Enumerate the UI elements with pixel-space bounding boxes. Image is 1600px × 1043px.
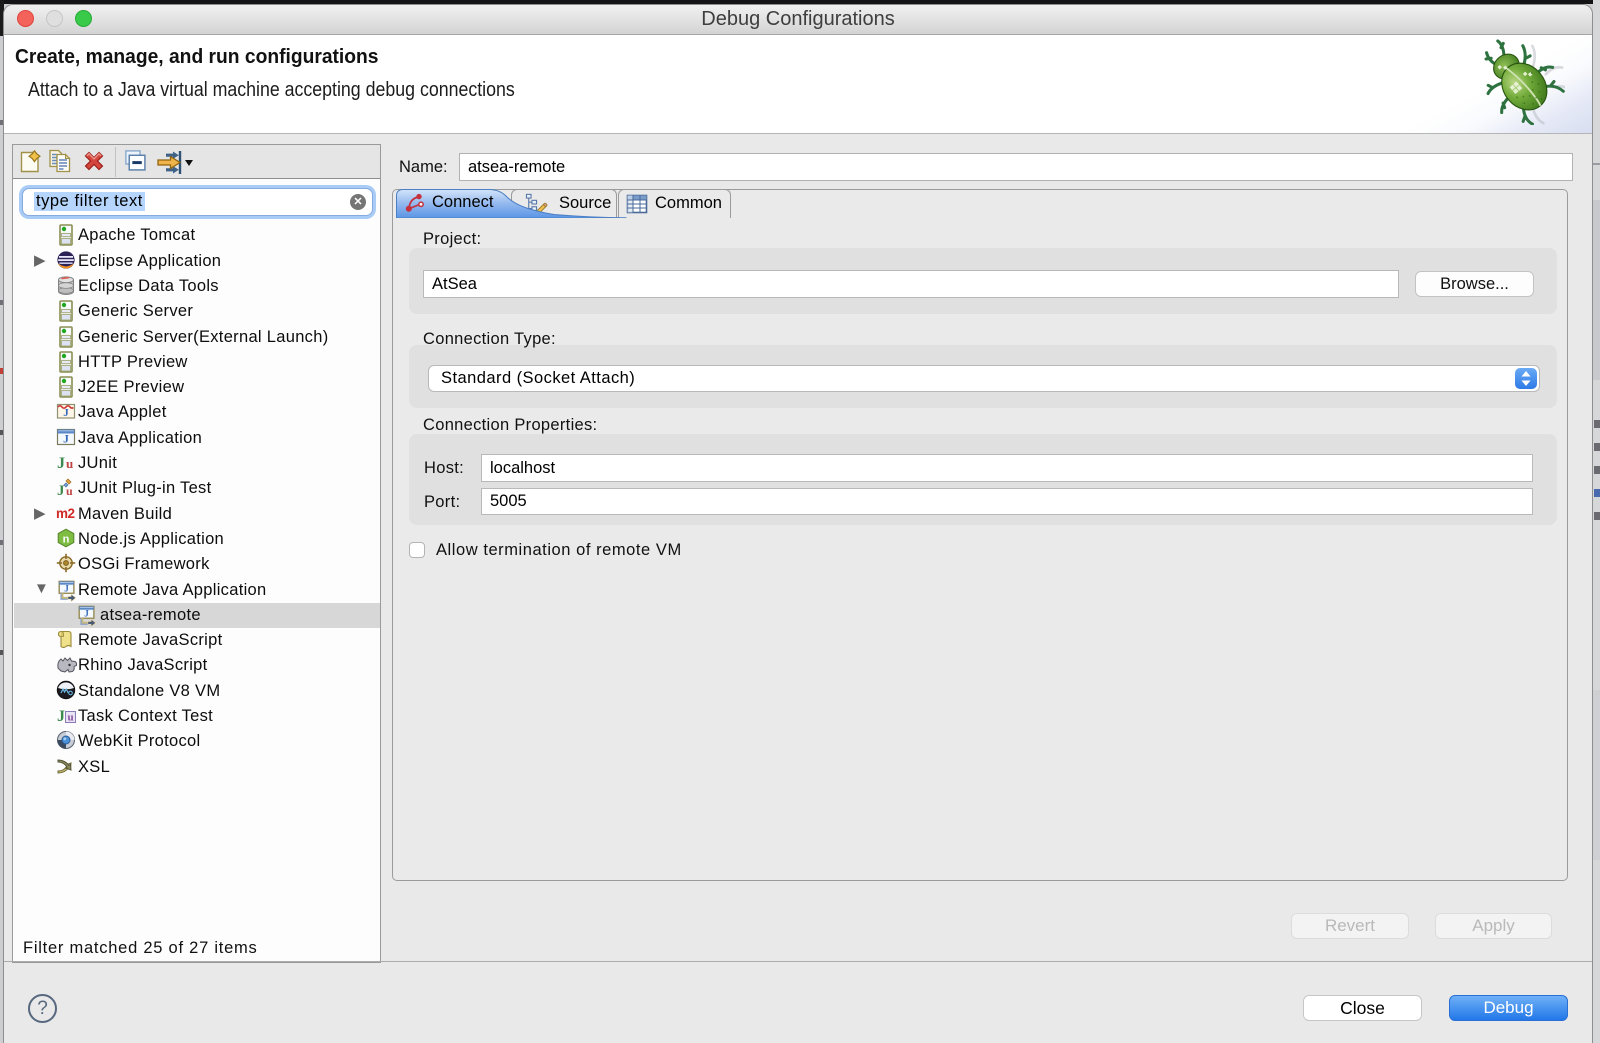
svg-text:n: n (63, 533, 70, 545)
svg-text:u: u (67, 711, 73, 723)
svg-text:J: J (63, 407, 69, 419)
svg-text:J: J (64, 583, 69, 593)
svg-text:u: u (66, 484, 73, 497)
svg-text:m2: m2 (56, 506, 75, 521)
svg-text:J: J (84, 608, 89, 618)
svg-text:J: J (57, 708, 65, 725)
svg-text:J: J (63, 433, 69, 445)
svg-text:J: J (57, 483, 65, 497)
svg-text:J: J (57, 455, 65, 472)
svg-text:u: u (66, 456, 73, 471)
